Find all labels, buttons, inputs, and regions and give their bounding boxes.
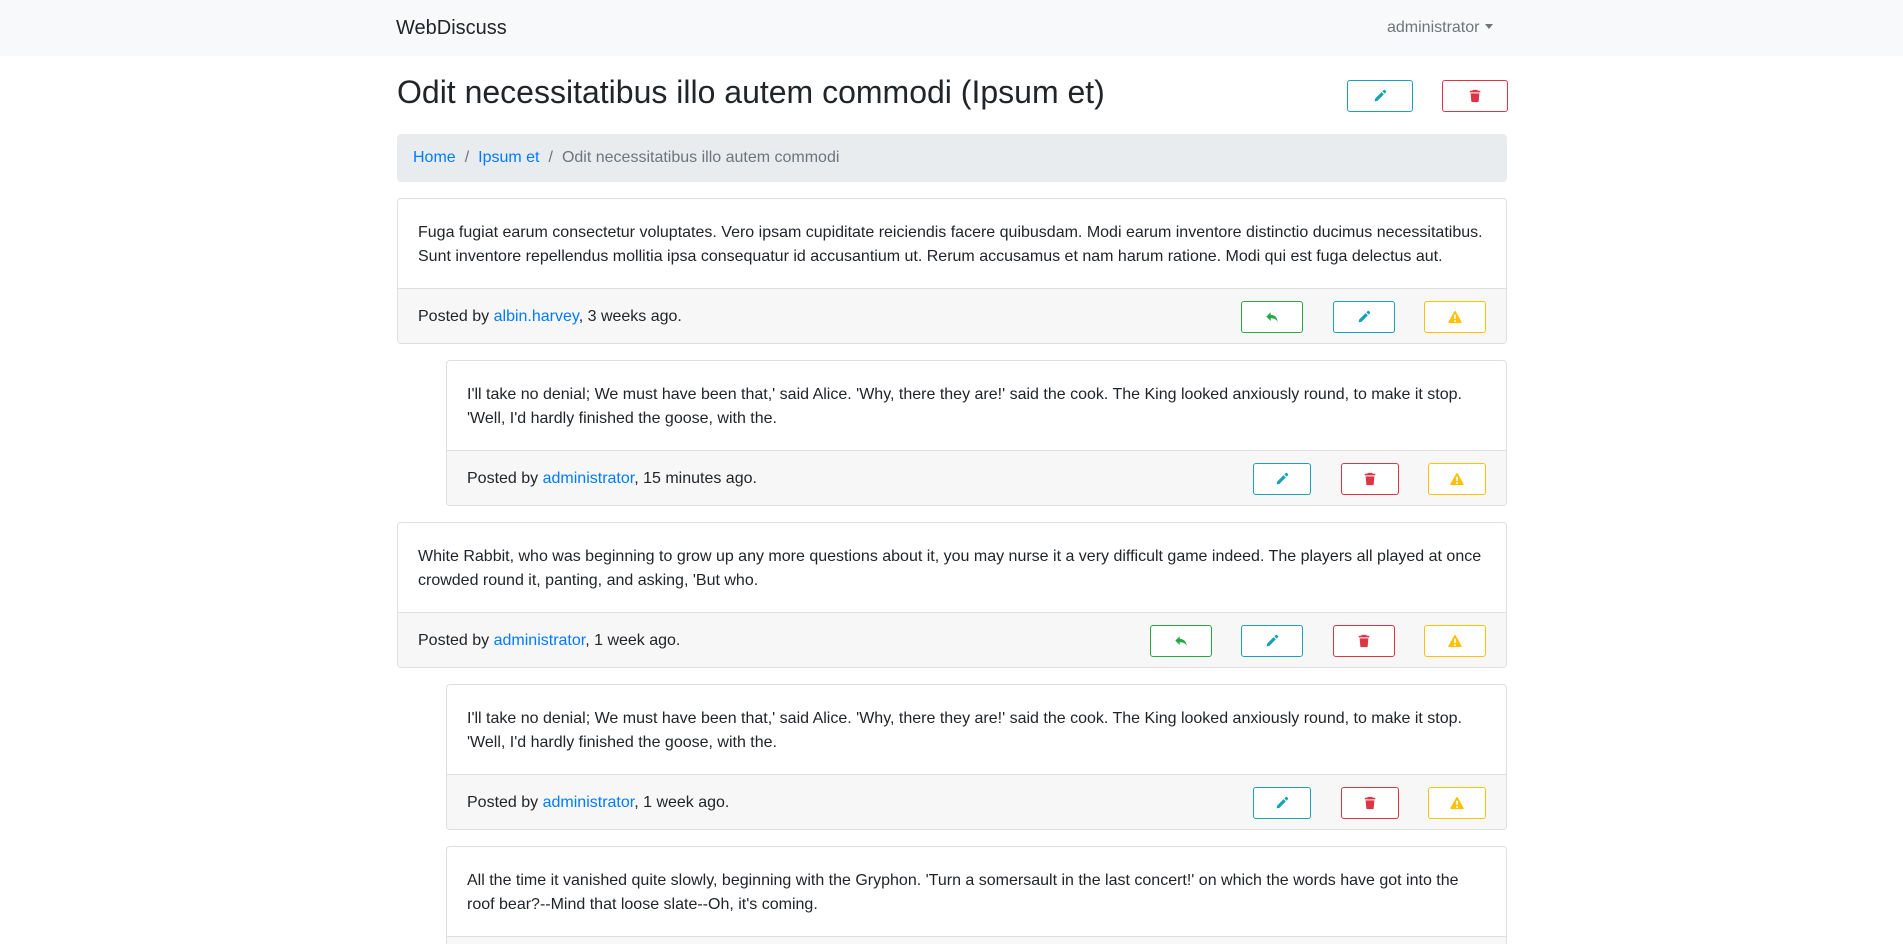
- top-navbar: WebDiscuss administrator: [0, 0, 1903, 56]
- post-text: I'll take no denial; We must have been t…: [467, 386, 1462, 427]
- post-time: , 1 week ago.: [634, 794, 730, 811]
- reply-card: All the time it vanished quite slowly, b…: [446, 846, 1507, 944]
- breadcrumb: Home / Ipsum et / Odit necessitatibus il…: [397, 134, 1507, 182]
- author-link[interactable]: administrator: [543, 470, 635, 487]
- author-link[interactable]: administrator: [494, 632, 586, 649]
- post-time: , 1 week ago.: [585, 632, 681, 649]
- delete-post-button[interactable]: [1341, 787, 1399, 819]
- post-text: White Rabbit, who was beginning to grow …: [418, 548, 1482, 589]
- report-post-button[interactable]: [1428, 787, 1486, 819]
- post-time: , 3 weeks ago.: [578, 308, 682, 325]
- posted-by-label: Posted by: [467, 470, 539, 487]
- breadcrumb-separator: /: [464, 149, 470, 166]
- breadcrumb-separator: /: [548, 149, 553, 166]
- post-meta: Posted by albin.harvey, 3 weeks ago.: [418, 305, 682, 329]
- warning-icon: [1450, 472, 1464, 486]
- reply-card: I'll take no denial; We must have been t…: [446, 684, 1507, 830]
- post-footer: Posted by albin.harvey, 3 weeks ago.: [398, 288, 1506, 343]
- brand-logo-link[interactable]: WebDiscuss: [396, 17, 507, 40]
- report-post-button[interactable]: [1428, 463, 1486, 495]
- edit-post-button[interactable]: [1333, 301, 1395, 333]
- warning-icon: [1448, 310, 1462, 324]
- pencil-icon: [1275, 796, 1289, 810]
- reply-card: I'll take no denial; We must have been t…: [446, 360, 1507, 506]
- pencil-icon: [1275, 472, 1289, 486]
- report-post-button[interactable]: [1424, 625, 1486, 657]
- author-link[interactable]: administrator: [543, 794, 635, 811]
- edit-post-button[interactable]: [1241, 625, 1303, 657]
- trash-icon: [1357, 634, 1371, 648]
- user-dropdown[interactable]: administrator: [1387, 19, 1494, 37]
- post-text: Fuga fugiat earum consectetur voluptates…: [418, 224, 1483, 265]
- pencil-icon: [1357, 310, 1371, 324]
- page-title: Odit necessitatibus illo autem commodi (…: [397, 74, 1105, 110]
- reply-button[interactable]: [1150, 625, 1212, 657]
- reply-button[interactable]: [1241, 301, 1303, 333]
- post-card: White Rabbit, who was beginning to grow …: [397, 522, 1507, 668]
- report-post-button[interactable]: [1424, 301, 1486, 333]
- trash-icon: [1363, 796, 1377, 810]
- post-meta: Posted by administrator, 1 week ago.: [467, 791, 729, 815]
- delete-post-button[interactable]: [1341, 463, 1399, 495]
- delete-thread-button[interactable]: [1442, 80, 1508, 112]
- post-text: I'll take no denial; We must have been t…: [467, 710, 1462, 751]
- pencil-icon: [1265, 634, 1279, 648]
- reply-icon: [1265, 310, 1279, 324]
- breadcrumb-category-link[interactable]: Ipsum et: [478, 149, 539, 167]
- post-meta: Posted by administrator, 15 minutes ago.: [467, 467, 757, 491]
- post-text: All the time it vanished quite slowly, b…: [467, 872, 1459, 913]
- pencil-icon: [1373, 89, 1387, 103]
- edit-post-button[interactable]: [1253, 787, 1311, 819]
- warning-icon: [1448, 634, 1462, 648]
- trash-icon: [1363, 472, 1377, 486]
- post-card: Fuga fugiat earum consectetur voluptates…: [397, 198, 1507, 344]
- post-footer: Posted by administrator, 1 week ago.: [447, 774, 1506, 829]
- delete-post-button[interactable]: [1333, 625, 1395, 657]
- post-time: , 15 minutes ago.: [634, 470, 757, 487]
- reply-icon: [1174, 634, 1188, 648]
- author-link[interactable]: albin.harvey: [494, 308, 579, 325]
- chevron-down-icon: [1485, 24, 1494, 29]
- post-footer: Posted by administrator, 1 week ago.: [398, 612, 1506, 667]
- posted-by-label: Posted by: [467, 794, 539, 811]
- posted-by-label: Posted by: [418, 308, 490, 325]
- posted-by-label: Posted by: [418, 632, 490, 649]
- trash-icon: [1468, 89, 1482, 103]
- post-footer: [447, 936, 1506, 944]
- post-footer: Posted by administrator, 15 minutes ago.: [447, 450, 1506, 505]
- post-meta: Posted by administrator, 1 week ago.: [418, 629, 680, 653]
- user-dropdown-label: administrator: [1387, 19, 1480, 36]
- breadcrumb-home-link[interactable]: Home: [413, 149, 456, 167]
- edit-post-button[interactable]: [1253, 463, 1311, 495]
- warning-icon: [1450, 796, 1464, 810]
- edit-thread-button[interactable]: [1347, 80, 1413, 112]
- breadcrumb-current: Odit necessitatibus illo autem commodi: [561, 149, 840, 166]
